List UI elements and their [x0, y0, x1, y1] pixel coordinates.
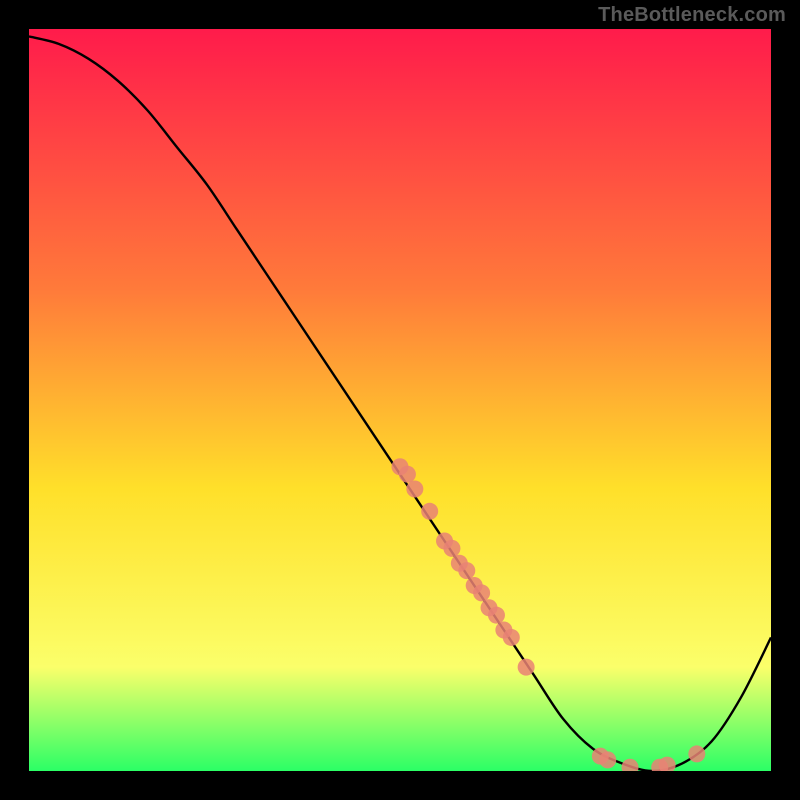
- watermark-text: TheBottleneck.com: [598, 4, 786, 27]
- data-marker: [688, 745, 705, 762]
- chart-container: TheBottleneck.com: [0, 0, 800, 800]
- data-marker: [518, 659, 535, 676]
- data-marker: [406, 481, 423, 498]
- gradient-background: [29, 29, 771, 771]
- data-marker: [503, 629, 520, 646]
- chart-plot-area: [29, 29, 771, 771]
- data-marker: [488, 607, 505, 624]
- data-marker: [473, 584, 490, 601]
- chart-svg: [29, 29, 771, 771]
- data-marker: [421, 503, 438, 520]
- data-marker: [458, 562, 475, 579]
- data-marker: [443, 540, 460, 557]
- data-marker: [399, 466, 416, 483]
- data-marker: [599, 751, 616, 768]
